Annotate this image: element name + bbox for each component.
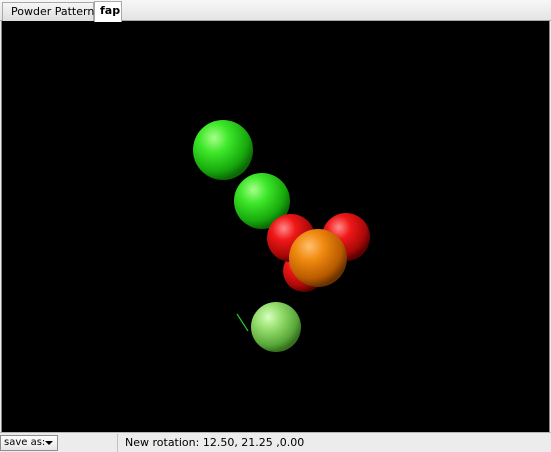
tab-fap[interactable]: fap [94,1,122,22]
rotation-status-text: New rotation: 12.50, 21.25 ,0.00 [125,436,305,449]
structure-canvas[interactable] [2,21,549,432]
status-bar: save as: New rotation: 12.50, 21.25 ,0.0… [0,432,551,452]
orange-atom[interactable] [289,229,347,287]
tab-powder-patterns[interactable]: Powder Patterns [2,2,100,21]
status-divider [117,434,118,452]
light-green-atom[interactable] [251,302,301,352]
tab-bar: Powder Patterns fap [0,0,551,22]
axis-line [236,313,249,332]
save-as-dropdown[interactable]: save as: [0,435,58,451]
structure-3d-viewport[interactable] [1,21,550,432]
app-window: Powder Patterns fap save as: New rotatio… [0,0,551,452]
green-atom-1[interactable] [193,120,253,180]
chevron-down-icon [45,441,53,445]
save-as-label: save as: [4,437,46,448]
